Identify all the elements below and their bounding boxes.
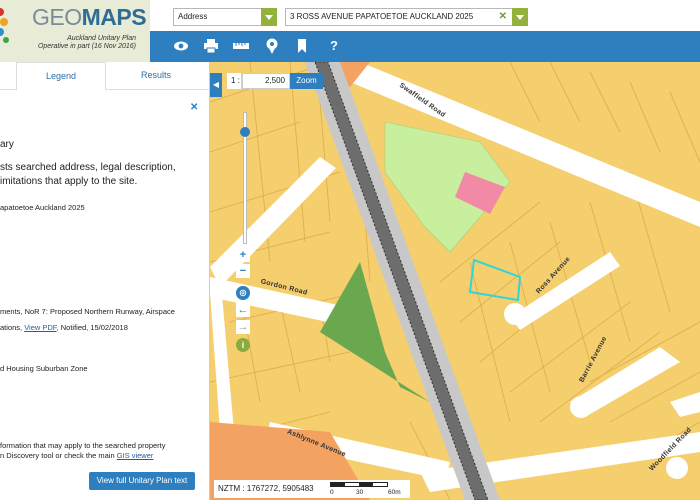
logo-area: GEOMAPS Auckland Unitary Plan Operative … [0,0,150,62]
address-text: apatoetoe Auckland 2025 [0,203,85,212]
forward-arrow-icon[interactable]: → [236,320,250,334]
search-type-value: Address [178,12,208,21]
zoom-slider-handle[interactable] [240,127,250,137]
chevron-down-icon[interactable] [261,8,277,26]
ruler-icon[interactable] [233,38,249,54]
chevron-down-icon[interactable] [512,8,528,26]
scale-tick-30: 30 [356,489,364,496]
cul-de-sac-barrie [570,396,592,418]
gis-viewer-link[interactable]: GIS viewer [117,451,154,460]
info-icon[interactable]: i [236,338,250,352]
panel-intro-line1: sts searched address, legal description, [0,162,176,173]
cul-de-sac-woodfield [666,457,688,479]
overlay-text: ments, NoR 7: Proposed Northern Runway, … [0,307,175,316]
logo-text: GEOMAPS [32,4,147,30]
scale-bar-segment [359,483,373,486]
footer-line1: formation that may apply to the searched… [0,441,166,450]
map-graphics[interactable] [210,62,700,500]
results-panel: Legend Results ✕ ary sts searched addres… [0,62,210,500]
scale-input[interactable]: 2,500 [242,73,290,89]
panel-heading: ary [0,139,14,150]
logo-operative-date: Operative in part (16 Nov 2016) [37,43,136,50]
app-header: GEOMAPS Auckland Unitary Plan Operative … [0,0,700,62]
address-search-value: 3 ROSS AVENUE PAPATOETOE AUCKLAND 2025 [290,12,474,21]
globe-icon[interactable]: ◎ [236,286,250,300]
modification-text: ations, View PDF, Notified, 15/02/2018 [0,323,128,332]
eye-icon[interactable] [173,38,189,54]
back-arrow-icon[interactable]: ← [236,303,250,317]
tab-results[interactable]: Results [108,62,204,90]
close-icon[interactable]: ✕ [190,102,198,113]
print-icon[interactable] [203,38,219,54]
zoom-in-button[interactable]: + [236,248,250,262]
view-pdf-link[interactable]: View PDF [24,323,56,332]
location-pin-icon[interactable] [264,38,280,54]
scale-tick-60: 60m [388,489,401,496]
cul-de-sac-ross [504,303,526,325]
scale-bar-segment [331,483,345,486]
search-type-select[interactable]: Address [173,8,277,26]
bookmark-icon[interactable] [294,38,310,54]
scale-prefix: 1 : [227,73,241,89]
zoom-button[interactable]: Zoom [290,73,323,89]
toolbar: ? [150,31,700,62]
scale-bar [330,482,388,487]
zone-text: d Housing Suburban Zone [0,364,88,373]
scale-tick-0: 0 [330,489,334,496]
logo-subtitle: Auckland Unitary Plan [67,35,136,42]
logo-swirl-icon [0,8,9,43]
tab-legend[interactable]: Legend [16,62,106,90]
clear-icon[interactable]: ✕ [499,11,507,22]
address-search-input[interactable]: 3 ROSS AVENUE PAPATOETOE AUCKLAND 2025 ✕ [285,8,528,26]
map-canvas[interactable]: Swaffield Road Gordon Road Ross Avenue B… [210,62,700,500]
help-icon[interactable]: ? [326,38,342,54]
view-unitary-plan-button[interactable]: View full Unitary Plan text [89,472,195,490]
panel-tabs: Legend Results [0,62,210,90]
collapse-panel-button[interactable]: ◀ [210,73,222,97]
zoom-out-button[interactable]: − [236,264,250,278]
footer-line2: n Discovery tool or check the main GIS v… [0,451,154,460]
panel-intro-line2: imitations that apply to the site. [0,176,138,187]
